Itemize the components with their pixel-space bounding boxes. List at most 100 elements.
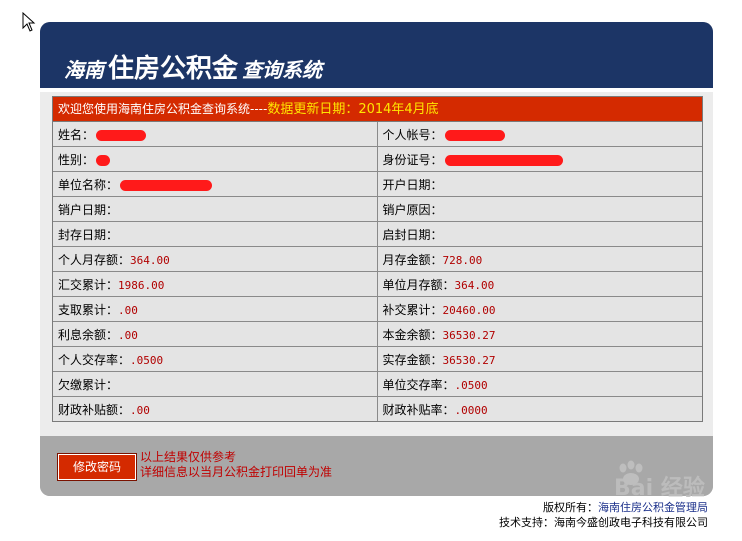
info-cell-left: 销户日期： (53, 196, 378, 222)
info-cell-right: 单位交存率：.0500 (376, 371, 702, 397)
info-row: 利息余额：.00 本金余额：36530.27 (53, 321, 702, 347)
title-main: 住房公积金 (108, 54, 239, 84)
info-cell-left: 利息余额：.00 (53, 321, 378, 347)
content-area: 欢迎您使用海南住房公积金查询系统----数据更新日期：2014年4月底 姓名： 个… (40, 92, 713, 436)
info-cell-left: 封存日期： (53, 221, 378, 247)
info-cell-right: 实存金额：36530.27 (376, 346, 702, 372)
info-cell-right: 财政补贴率：.0000 (376, 396, 702, 421)
info-cell-right: 身份证号： (376, 146, 702, 172)
info-row: 财政补贴额：.00 财政补贴率：.0000 (53, 396, 702, 421)
info-cell-right: 销户原因： (376, 196, 702, 222)
field-value: 364.00 (454, 278, 495, 292)
field-label: 单位月存额： (382, 277, 455, 292)
field-value: 728.00 (442, 253, 483, 267)
field-label: 月存金额： (382, 252, 443, 267)
redaction-mark (444, 129, 505, 141)
field-label: 个人交存率： (58, 352, 131, 367)
update-date: 数据更新日期：2014年4月底 (267, 102, 439, 117)
info-row: 支取累计：.00 补交累计：20460.00 (53, 296, 702, 322)
info-cell-right: 补交累计：20460.00 (376, 296, 702, 322)
info-cell-left: 财政补贴额：.00 (53, 396, 378, 421)
field-label: 汇交累计： (58, 277, 119, 292)
footer-bar: 修改密码 以上结果仅供参考 详细信息以当月公积金打印回单为准 (40, 436, 713, 496)
field-label: 开户日期： (382, 177, 443, 192)
title-suffix: 查询系统 (242, 58, 323, 82)
query-panel: 海南 住房公积金 查询系统 欢迎您使用海南住房公积金查询系统----数据更新日期：2… (40, 22, 713, 496)
field-value: .0500 (454, 378, 488, 392)
field-value: .0000 (454, 403, 488, 417)
info-row: 个人月存额：364.00 月存金额：728.00 (53, 246, 702, 272)
field-value: .00 (130, 403, 150, 417)
field-label: 封存日期： (58, 227, 119, 242)
info-cell-right: 启封日期： (376, 221, 702, 247)
field-label: 单位交存率： (382, 377, 455, 392)
info-cell-left: 欠缴累计： (53, 371, 378, 397)
redaction-mark (96, 154, 111, 166)
field-label: 姓名： (58, 127, 95, 142)
account-info-table: 欢迎您使用海南住房公积金查询系统----数据更新日期：2014年4月底 姓名： 个… (52, 96, 703, 422)
redaction-mark (444, 154, 563, 166)
credits: 版权所有：海南住房公积金管理局 技术支持：海南今盛创政电子科技有限公司 (499, 500, 708, 530)
support-line: 技术支持：海南今盛创政电子科技有限公司 (499, 516, 708, 529)
info-row: 销户日期： 销户原因： (53, 196, 702, 222)
field-label: 单位名称： (58, 177, 119, 192)
info-cell-left: 单位名称： (53, 171, 378, 197)
info-row: 个人交存率：.0500 实存金额：36530.27 (53, 346, 702, 372)
field-value: .00 (118, 303, 138, 317)
disclaimer-note: 以上结果仅供参考 详细信息以当月公积金打印回单为准 (140, 450, 332, 480)
redaction-mark (96, 129, 147, 141)
mouse-cursor-icon (22, 12, 36, 32)
info-cell-left: 姓名： (53, 122, 378, 147)
info-cell-right: 本金余额：36530.27 (376, 321, 702, 347)
page-title: 海南 住房公积金 查询系统 (64, 48, 322, 85)
watermark-text: Bai 经验 (614, 476, 705, 501)
welcome-banner: 欢迎您使用海南住房公积金查询系统----数据更新日期：2014年4月底 (53, 97, 702, 122)
info-cell-left: 支取累计：.00 (53, 296, 378, 322)
info-row: 性别： 身份证号： (53, 146, 702, 172)
field-label: 启封日期： (382, 227, 443, 242)
field-label: 个人月存额： (58, 252, 131, 267)
field-label: 实存金额： (382, 352, 443, 367)
field-label: 销户日期： (58, 202, 119, 217)
info-row: 封存日期： 启封日期： (53, 221, 702, 247)
field-label: 个人帐号： (382, 127, 443, 142)
field-label: 销户原因： (382, 202, 443, 217)
info-cell-left: 个人月存额：364.00 (53, 246, 378, 272)
field-label: 财政补贴率： (382, 402, 455, 417)
field-label: 本金余额： (382, 327, 443, 342)
field-label: 性别： (58, 152, 95, 167)
disclaimer-line-1: 以上结果仅供参考 (140, 450, 237, 464)
field-label: 支取累计： (58, 302, 119, 317)
baidu-watermark: Bai 经验 (614, 460, 732, 504)
field-label: 身份证号： (382, 152, 443, 167)
support-owner: 海南今盛创政电子科技有限公司 (554, 516, 708, 529)
welcome-text: 欢迎您使用海南住房公积金查询系统---- (58, 102, 268, 116)
info-cell-left: 性别： (53, 146, 378, 172)
info-row: 欠缴累计： 单位交存率：.0500 (53, 371, 702, 397)
info-row: 汇交累计：1986.00 单位月存额：364.00 (53, 271, 702, 297)
info-cell-left: 汇交累计：1986.00 (53, 271, 378, 297)
info-cell-right: 开户日期： (376, 171, 702, 197)
change-password-button[interactable]: 修改密码 (57, 453, 137, 481)
field-label: 补交累计： (382, 302, 443, 317)
field-label: 利息余额： (58, 327, 119, 342)
field-label: 财政补贴额： (58, 402, 131, 417)
field-value: 364.00 (130, 253, 170, 267)
field-value: 20460.00 (442, 303, 496, 317)
info-cell-right: 单位月存额：364.00 (376, 271, 702, 297)
disclaimer-line-2: 详细信息以当月公积金打印回单为准 (140, 465, 333, 479)
field-value: 36530.27 (442, 353, 496, 367)
info-row: 单位名称： 开户日期： (53, 171, 702, 197)
field-value: .0500 (130, 353, 164, 367)
field-value: 1986.00 (118, 278, 165, 292)
field-value: .00 (118, 328, 138, 342)
info-cell-right: 个人帐号： (376, 122, 702, 147)
info-cell-right: 月存金额：728.00 (376, 246, 702, 272)
title-prefix: 海南 (64, 58, 104, 82)
field-label: 欠缴累计： (58, 377, 119, 392)
redaction-mark (120, 179, 213, 191)
page-header: 海南 住房公积金 查询系统 (40, 22, 713, 92)
info-cell-left: 个人交存率：.0500 (53, 346, 378, 372)
field-value: 36530.27 (442, 328, 496, 342)
info-row: 姓名： 个人帐号： (53, 122, 702, 147)
